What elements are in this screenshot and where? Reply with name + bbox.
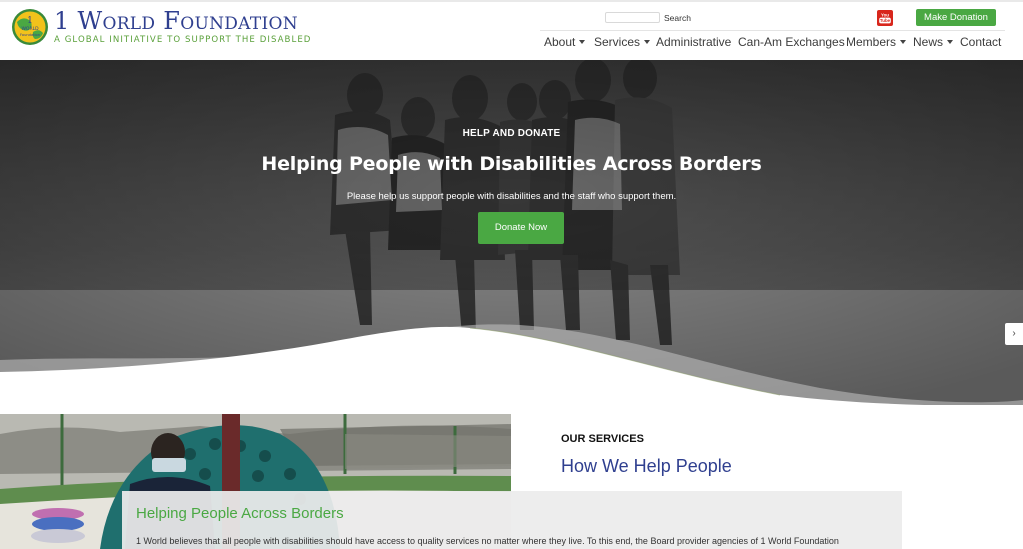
nav-item-administrative[interactable]: Administrative (656, 34, 731, 50)
logo-tagline: A Global Initiative to Support the Disab… (54, 35, 312, 45)
search-input[interactable] (605, 12, 660, 23)
youtube-icon[interactable]: You Tube (877, 10, 893, 26)
hero-eyebrow: HELP AND DONATE (462, 128, 561, 139)
logo-title: 1 World Foundation (54, 7, 298, 35)
chevron-down-icon (579, 40, 586, 44)
chevron-down-icon (947, 40, 954, 44)
donate-now-button[interactable]: Donate Now (478, 212, 564, 244)
svg-text:Tube: Tube (880, 18, 891, 23)
nav-divider (540, 30, 1005, 31)
svg-text:Foundation: Foundation (20, 33, 40, 37)
nav-item-about[interactable]: About (544, 34, 586, 50)
hero-title: Helping People with Disabilities Across … (261, 153, 762, 175)
nav-item-members[interactable]: Members (846, 34, 907, 50)
chevron-down-icon (900, 40, 907, 44)
services-card-title: Helping People Across Borders (136, 505, 344, 522)
nav-item-contact[interactable]: Contact (960, 34, 1001, 50)
services-heading: How We Help People (561, 456, 732, 476)
nav-item-news[interactable]: News (913, 34, 954, 50)
search-label[interactable]: Search (664, 13, 691, 23)
nav-item-services[interactable]: Services (594, 34, 651, 50)
hero-subtitle: Please help us support people with disab… (346, 191, 677, 202)
services-eyebrow: OUR SERVICES (561, 433, 644, 445)
chevron-down-icon (644, 40, 651, 44)
svg-text:You: You (881, 12, 889, 17)
globe-logo-icon: 1 WORLD Foundation (12, 9, 48, 45)
slider-next-arrow-icon[interactable]: › (1005, 323, 1023, 345)
site-header: 1 WORLD Foundation 1 World Foundation A … (0, 2, 1023, 60)
svg-text:WORLD: WORLD (21, 26, 39, 32)
services-card: Helping People Across Borders 1 World be… (122, 491, 902, 549)
site-logo[interactable]: 1 WORLD Foundation 1 World Foundation A … (11, 8, 311, 46)
svg-text:1: 1 (27, 16, 33, 26)
nav-item-can-am-exchanges[interactable]: Can-Am Exchanges (738, 34, 845, 50)
make-donation-button[interactable]: Make Donation (916, 9, 996, 26)
hero-slider: HELP AND DONATE Helping People with Disa… (0, 60, 1023, 405)
services-card-text: 1 World believes that all people with di… (136, 536, 839, 546)
